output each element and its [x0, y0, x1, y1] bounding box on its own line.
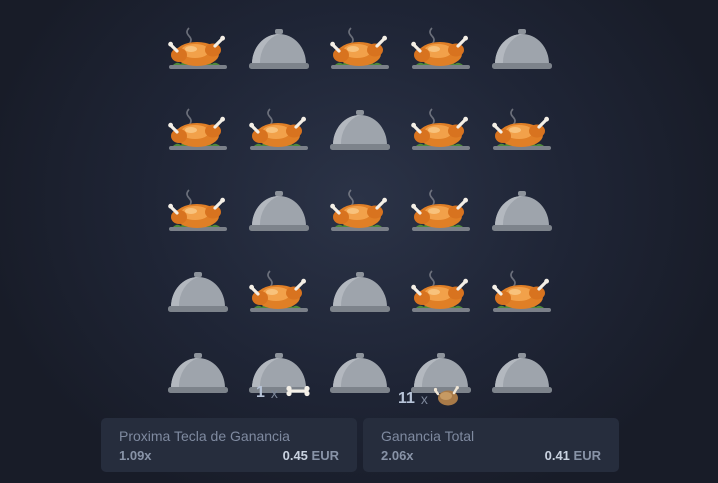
game-board	[160, 10, 560, 414]
next-win-amount: 0.45	[282, 448, 308, 463]
cloche-icon	[248, 190, 310, 234]
bone-times-sign: x	[270, 385, 278, 401]
cloche-icon	[329, 109, 391, 153]
roast-chicken-icon	[167, 25, 229, 75]
roast-chicken-icon	[167, 187, 229, 237]
revealed-chicken-tile[interactable]	[322, 172, 398, 252]
covered-tile[interactable]	[322, 91, 398, 171]
chicken-counter: 11 x	[398, 384, 460, 413]
next-win-title: Proxima Tecla de Ganancia	[119, 428, 290, 444]
covered-tile[interactable]	[322, 334, 398, 414]
covered-tile[interactable]	[484, 334, 560, 414]
bone-icon	[284, 384, 312, 402]
bone-counter: 1 x	[256, 384, 312, 402]
chicken-times-sign: x	[420, 390, 428, 407]
revealed-chicken-tile[interactable]	[403, 91, 479, 171]
revealed-chicken-tile[interactable]	[484, 253, 560, 333]
roast-chicken-icon	[248, 268, 310, 318]
revealed-chicken-tile[interactable]	[322, 10, 398, 90]
revealed-chicken-tile[interactable]	[403, 10, 479, 90]
cloche-icon	[491, 190, 553, 234]
roast-chicken-icon	[491, 106, 553, 156]
roast-chicken-icon	[248, 106, 310, 156]
revealed-chicken-tile[interactable]	[484, 91, 560, 171]
cloche-icon	[329, 271, 391, 315]
cloche-icon	[491, 28, 553, 72]
revealed-chicken-tile[interactable]	[241, 91, 317, 171]
bone-count: 1	[256, 384, 265, 401]
roast-chicken-icon	[410, 106, 472, 156]
covered-tile[interactable]	[241, 10, 317, 90]
chicken-count: 11	[398, 389, 415, 407]
covered-tile[interactable]	[241, 334, 317, 414]
revealed-chicken-tile[interactable]	[160, 91, 236, 171]
cloche-icon	[491, 352, 553, 396]
total-win-amount-group: 0.41 EUR	[545, 448, 601, 463]
total-win-amount: 0.41	[544, 448, 570, 463]
roast-chicken-icon	[410, 187, 472, 237]
next-win-multiplier: 1.09x	[119, 448, 152, 463]
roast-chicken-icon	[167, 106, 229, 156]
revealed-chicken-tile[interactable]	[403, 253, 479, 333]
revealed-chicken-tile[interactable]	[160, 10, 236, 90]
next-win-currency: EUR	[311, 448, 339, 463]
revealed-chicken-tile[interactable]	[403, 172, 479, 252]
total-win-panel: Ganancia Total 2.06x 0.41 EUR	[363, 418, 619, 472]
next-win-amount-group: 0.45 EUR	[283, 448, 339, 463]
covered-tile[interactable]	[160, 253, 236, 333]
roast-chicken-icon	[410, 25, 472, 75]
cloche-icon	[167, 352, 229, 396]
chicken-icon	[433, 384, 460, 413]
total-win-currency: EUR	[573, 448, 601, 463]
roast-chicken-icon	[329, 187, 391, 237]
cloche-icon	[329, 352, 391, 396]
covered-tile[interactable]	[241, 172, 317, 252]
covered-tile[interactable]	[484, 10, 560, 90]
roast-chicken-icon	[329, 25, 391, 75]
revealed-chicken-tile[interactable]	[160, 172, 236, 252]
next-win-panel: Proxima Tecla de Ganancia 1.09x 0.45 EUR	[101, 418, 357, 472]
total-win-multiplier: 2.06x	[381, 448, 414, 463]
cloche-icon	[248, 28, 310, 72]
cloche-icon	[167, 271, 229, 315]
covered-tile[interactable]	[484, 172, 560, 252]
roast-chicken-icon	[491, 268, 553, 318]
total-win-title: Ganancia Total	[381, 428, 475, 444]
roast-chicken-icon	[410, 268, 472, 318]
covered-tile[interactable]	[322, 253, 398, 333]
covered-tile[interactable]	[160, 334, 236, 414]
revealed-chicken-tile[interactable]	[241, 253, 317, 333]
